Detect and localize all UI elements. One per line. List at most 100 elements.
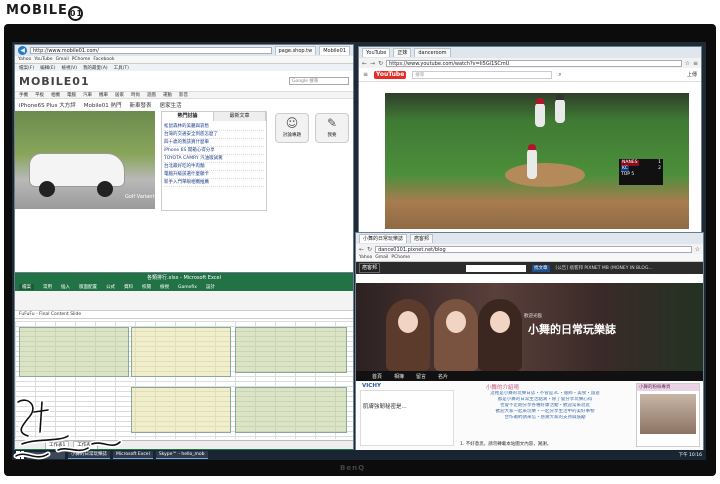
table-block[interactable]	[131, 387, 231, 433]
ribbon-tab-formulas[interactable]: 公式	[106, 284, 115, 290]
list-item[interactable]: 電腦升級該選什麼顯卡	[164, 171, 264, 179]
ribbon-tab-view[interactable]: 檢視	[160, 284, 169, 290]
section-link[interactable]: iPhone6S Plus 大方評	[19, 101, 76, 109]
yt-tab-3[interactable]: danceroom	[414, 48, 451, 57]
menu-view[interactable]: 檢視(V)	[61, 65, 77, 71]
post-title[interactable]: 小舞的介紹唷	[486, 383, 519, 391]
menu-file[interactable]: 檔案(F)	[19, 65, 34, 71]
star-icon[interactable]: ☆	[695, 246, 700, 253]
section-link[interactable]: 居家生活	[160, 101, 182, 109]
my-shortcut[interactable]: ✎ 我要	[315, 113, 349, 143]
table-block[interactable]	[235, 327, 347, 373]
nav-item[interactable]: 相機	[51, 92, 60, 98]
ribbon-tab-data[interactable]: 資料	[124, 284, 133, 290]
fav-pchome[interactable]: PChome	[72, 57, 91, 62]
fav-gmail[interactable]: Gmail	[375, 255, 388, 260]
yt-tab-youtube[interactable]: YouTube	[362, 48, 391, 57]
fanpage-thumbnail[interactable]	[640, 394, 696, 434]
list-item[interactable]: 新手入門單眼相機推薦	[164, 179, 264, 187]
nav-item[interactable]: 平板	[35, 92, 44, 98]
nav-item[interactable]: 汽車	[83, 92, 92, 98]
yt-tab-2[interactable]: 正妹	[393, 48, 412, 57]
section-link[interactable]: 新車發表	[130, 101, 152, 109]
menu-icon[interactable]: ≡	[693, 60, 698, 67]
table-block[interactable]	[131, 327, 231, 377]
blog-tab-1[interactable]: 小舞的日常玩樂誌	[359, 234, 408, 243]
featured-car-image[interactable]: Golf Variant	[15, 111, 155, 209]
ie-window[interactable]: ◀ http://www.mobile01.com/ page.shop.tw …	[14, 44, 354, 280]
nav-item[interactable]: 居家	[115, 92, 124, 98]
menu-favorites[interactable]: 我的最愛(A)	[83, 65, 108, 71]
menu-tools[interactable]: 工具(T)	[114, 65, 129, 71]
pixnet-logo[interactable]: 痞客邦	[359, 263, 381, 273]
blog-address-bar[interactable]: dance0101.pixnet.net/blog	[375, 245, 692, 253]
fav-gmail[interactable]: Gmail	[56, 57, 69, 62]
ribbon-tab-review[interactable]: 校閱	[142, 284, 151, 290]
vichy-ad-logo[interactable]: VICHY	[362, 383, 381, 389]
youtube-search-input[interactable]: 搜尋	[412, 70, 553, 79]
youtube-window[interactable]: YouTube 正妹 danceroom ← → ↻ https://www.y…	[358, 46, 702, 234]
blog-window[interactable]: 小舞的日常玩樂誌 痞客邦 ← ↻ dance0101.pixnet.net/bl…	[355, 232, 704, 452]
ribbon-tab-home[interactable]: 常用	[43, 284, 52, 290]
taskbar-item-skype[interactable]: Skype™ - hello_mob	[155, 451, 208, 459]
find-article-button[interactable]: 找文章	[532, 264, 550, 272]
nav-item[interactable]: 電腦	[67, 92, 76, 98]
ad-box[interactable]: 肌膚強韌秘密是...	[360, 390, 454, 446]
forward-icon[interactable]: →	[370, 60, 375, 67]
youtube-logo[interactable]: YouTube	[374, 70, 407, 79]
pixnet-search-input[interactable]	[466, 264, 527, 272]
blog-nav-card[interactable]: 名片	[438, 373, 448, 380]
discussion-shortcut[interactable]: ☺ 討論專題	[275, 113, 309, 143]
ribbon-tab-insert[interactable]: 插入	[61, 284, 70, 290]
nav-item[interactable]: 運動	[163, 92, 172, 98]
nav-item[interactable]: 機車	[99, 92, 108, 98]
list-item[interactable]: 台北最好吃的牛肉麵	[164, 163, 264, 171]
excel-formula-bar[interactable]: FuFuFu - Final Content Slide	[15, 311, 353, 319]
search-icon[interactable]: ⌕	[558, 71, 561, 79]
yt-address-bar[interactable]: https://www.youtube.com/watch?v=Ii5Gi1SC…	[386, 59, 682, 67]
table-block[interactable]	[19, 327, 129, 377]
video-player[interactable]: NANES 1 KC 2 TOP 5	[385, 93, 689, 229]
ie-tab-1[interactable]: page.shop.tw	[274, 46, 317, 55]
blog-nav-guestbook[interactable]: 留言	[416, 373, 426, 380]
hamburger-icon[interactable]: ≡	[363, 71, 368, 78]
mobile01-logo[interactable]: MOBILE01	[19, 75, 90, 88]
blog-nav-home[interactable]: 首頁	[372, 373, 382, 380]
menu-edit[interactable]: 編輯(E)	[40, 65, 55, 71]
list-item[interactable]: iPhone 6S 開箱心得分享	[164, 147, 264, 155]
reload-icon[interactable]: ↻	[367, 246, 372, 253]
back-icon[interactable]: ←	[359, 246, 364, 253]
ribbon-tab-layout[interactable]: 版面配置	[79, 284, 97, 290]
mobile01-search-input[interactable]: Google 搜尋	[289, 77, 349, 85]
list-item[interactable]: 四十歲的我該買什麼車	[164, 139, 264, 147]
fav-yahoo[interactable]: Yahoo	[18, 57, 31, 62]
section-link[interactable]: Mobile01 熱門	[84, 101, 122, 109]
fav-facebook[interactable]: Facebook	[93, 57, 114, 62]
fav-yahoo[interactable]: Yahoo	[359, 255, 372, 260]
tab-latest-articles[interactable]: 最新文章	[214, 112, 266, 121]
list-item[interactable]: TOYOTA CAMRY 汽油版試駕	[164, 155, 264, 163]
nav-item[interactable]: 手機	[19, 92, 28, 98]
fav-youtube[interactable]: YouTube	[34, 57, 52, 62]
nav-item[interactable]: 時尚	[131, 92, 140, 98]
ie-address-bar[interactable]: http://www.mobile01.com/	[30, 47, 272, 54]
back-arrow-icon[interactable]: ◀	[18, 46, 27, 55]
star-icon[interactable]: ☆	[685, 60, 690, 67]
reload-icon[interactable]: ↻	[378, 60, 383, 67]
ribbon-tab-file[interactable]: 檔案	[19, 284, 34, 290]
ie-tab-2[interactable]: Mobile01	[319, 46, 350, 55]
pixnet-announcement[interactable]: [公告] 痞客邦 PIXNET MB (MONEY IN BLOG...	[556, 265, 653, 271]
table-block[interactable]	[235, 387, 347, 433]
ribbon-tab-design[interactable]: 設計	[206, 284, 215, 290]
upload-button[interactable]: 上傳	[687, 71, 697, 78]
list-item[interactable]: 松鼠森林的美麗與哀愁	[164, 123, 264, 131]
nav-item[interactable]: 遊戲	[147, 92, 156, 98]
list-item[interactable]: 台灣的交通安全到底怎麼了	[164, 131, 264, 139]
blog-nav-album[interactable]: 相簿	[394, 373, 404, 380]
fav-pchome[interactable]: PChome	[391, 255, 410, 260]
ribbon-tab-gamefix[interactable]: Gamefix	[178, 285, 197, 290]
back-icon[interactable]: ←	[362, 60, 367, 67]
tab-hot-discussion[interactable]: 熱門討論	[162, 112, 214, 121]
blog-tab-2[interactable]: 痞客邦	[410, 234, 434, 243]
nav-item[interactable]: 影音	[179, 92, 188, 98]
